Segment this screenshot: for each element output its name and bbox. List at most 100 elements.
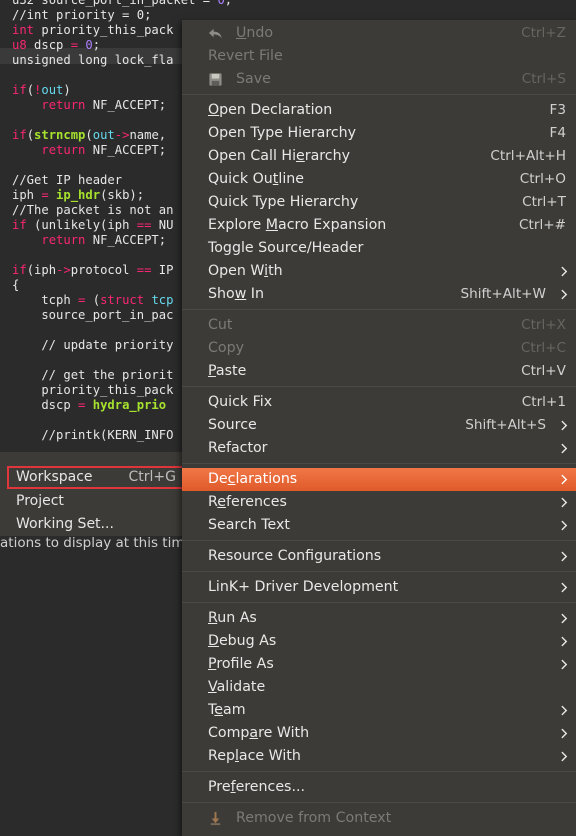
code-line: return NF_ACCEPT; bbox=[12, 98, 166, 113]
code-token: ( bbox=[26, 83, 35, 97]
menu-separator bbox=[182, 571, 576, 572]
code-token: tcph bbox=[12, 293, 79, 307]
menu-item-source[interactable]: Source Shift+Alt+S bbox=[182, 414, 576, 437]
menu-item-resource-configurations[interactable]: Resource Configurations bbox=[182, 545, 576, 568]
menu-item-declarations[interactable]: Declarations bbox=[182, 468, 576, 491]
code-token: if bbox=[12, 83, 27, 97]
menu-item-label: Revert File bbox=[208, 48, 283, 64]
code-token: struct bbox=[100, 293, 145, 307]
menu-separator bbox=[182, 463, 576, 464]
code-token: return bbox=[41, 233, 86, 247]
code-token: == bbox=[136, 263, 152, 277]
menu-item-label: Show In bbox=[208, 286, 264, 302]
menu-item-replace-with[interactable]: Replace With bbox=[182, 745, 576, 768]
code-token: ip_hdr bbox=[56, 188, 101, 202]
menu-item-cut[interactable]: Cut Ctrl+X bbox=[182, 314, 576, 337]
menu-item-undo[interactable]: Undo Ctrl+Z bbox=[182, 22, 576, 45]
menu-item-label: Explore Macro Expansion bbox=[208, 217, 387, 233]
menu-item-toggle-source-header[interactable]: Toggle Source/Header bbox=[182, 237, 576, 260]
code-token: unsigned long lock_fla bbox=[12, 53, 174, 67]
menu-separator bbox=[182, 386, 576, 387]
code-token: //The packet is not an bbox=[12, 203, 174, 217]
code-token: = bbox=[70, 38, 79, 52]
submenu-item-working-set[interactable]: Working Set... bbox=[0, 513, 184, 536]
code-token: u8 bbox=[12, 38, 27, 52]
menu-item-debug-as[interactable]: Debug As bbox=[182, 630, 576, 653]
menu-separator bbox=[182, 802, 576, 803]
code-token: NU bbox=[151, 218, 174, 232]
code-token: { bbox=[12, 278, 20, 292]
submenu-item-project[interactable]: Project bbox=[0, 490, 184, 513]
menu-item-accelerator: Ctrl+O bbox=[519, 171, 566, 187]
code-line: unsigned long lock_fla bbox=[12, 53, 173, 68]
code-token: // update priority bbox=[12, 338, 174, 352]
menu-item-copy[interactable]: Copy Ctrl+C bbox=[182, 337, 576, 360]
menu-item-open-declaration[interactable]: Open Declaration F3 bbox=[182, 99, 576, 122]
menu-item-refactor[interactable]: Refactor bbox=[182, 437, 576, 460]
menu-item-paste[interactable]: Paste Ctrl+V bbox=[182, 360, 576, 383]
submenu-item-workspace[interactable]: Workspace Ctrl+G bbox=[7, 466, 184, 489]
menu-item-preferences[interactable]: Preferences... bbox=[182, 776, 576, 799]
menu-item-compare-with[interactable]: Compare With bbox=[182, 722, 576, 745]
menu-item-validate[interactable]: Validate bbox=[182, 676, 576, 699]
code-token: // get the priorit bbox=[12, 368, 174, 382]
code-token: if bbox=[12, 128, 27, 142]
code-token: //printk(KERN_INFO bbox=[12, 428, 174, 442]
code-line: { bbox=[12, 278, 19, 293]
menu-item-search-text[interactable]: Search Text bbox=[182, 514, 576, 537]
code-token: ( bbox=[85, 293, 101, 307]
menu-item-label: Declarations bbox=[208, 471, 298, 487]
menu-item-label: Run As bbox=[208, 610, 257, 626]
menu-item-label: Refactor bbox=[208, 440, 268, 456]
code-token: ource_port_in_packet bbox=[48, 0, 196, 7]
menu-item-run-as[interactable]: Run As bbox=[182, 607, 576, 630]
code-line: //printk(KERN_INFO bbox=[12, 428, 173, 443]
code-token: return bbox=[41, 143, 86, 157]
code-token: IP bbox=[151, 263, 174, 277]
menu-item-show-in[interactable]: Show In Shift+Alt+W bbox=[182, 283, 576, 306]
menu-item-link-driver-development[interactable]: LinK+ Driver Development bbox=[182, 576, 576, 599]
menu-item-quick-fix[interactable]: Quick Fix Ctrl+1 bbox=[182, 391, 576, 414]
menu-item-label: Search Text bbox=[208, 517, 290, 533]
menu-item-references[interactable]: References bbox=[182, 491, 576, 514]
code-token: = bbox=[195, 0, 218, 7]
menu-item-quick-outline[interactable]: Quick Outline Ctrl+O bbox=[182, 168, 576, 191]
menu-item-accelerator: Ctrl+S bbox=[521, 71, 566, 87]
remove-context-icon bbox=[208, 811, 223, 826]
menu-item-label: Resource Configurations bbox=[208, 548, 382, 564]
submenu-item-label: Workspace bbox=[16, 469, 93, 485]
code-token: NF_ACCEPT; bbox=[85, 143, 167, 157]
menu-item-revert-file[interactable]: Revert File bbox=[182, 45, 576, 68]
menu-item-profile-as[interactable]: Profile As bbox=[182, 653, 576, 676]
menu-item-label: Preferences... bbox=[208, 779, 305, 795]
code-token: out bbox=[92, 128, 115, 142]
menu-item-quick-type-hierarchy[interactable]: Quick Type Hierarchy Ctrl+T bbox=[182, 191, 576, 214]
submenu-item-accelerator: Ctrl+G bbox=[128, 469, 177, 485]
menu-item-remove-from-context[interactable]: Remove from Context bbox=[182, 807, 576, 830]
menu-item-label: Replace With bbox=[208, 748, 301, 764]
code-token: ; bbox=[224, 0, 233, 7]
code-token: 0 bbox=[217, 0, 225, 7]
code-token: if bbox=[12, 218, 27, 232]
menu-item-label: Cut bbox=[208, 317, 233, 333]
menu-item-team[interactable]: Team bbox=[182, 699, 576, 722]
code-token: NF_ACCEPT; bbox=[85, 98, 167, 112]
menu-item-open-with[interactable]: Open With bbox=[182, 260, 576, 283]
menu-separator bbox=[182, 309, 576, 310]
menu-item-save[interactable]: Save Ctrl+S bbox=[182, 68, 576, 91]
menu-item-open-call-hierarchy[interactable]: Open Call Hierarchy Ctrl+Alt+H bbox=[182, 145, 576, 168]
menu-item-explore-macro-expansion[interactable]: Explore Macro Expansion Ctrl+# bbox=[182, 214, 576, 237]
menu-item-label: Validate bbox=[208, 679, 266, 695]
code-token: -> bbox=[114, 128, 130, 142]
menu-item-open-type-hierarchy[interactable]: Open Type Hierarchy F4 bbox=[182, 122, 576, 145]
code-line: //The packet is not an bbox=[12, 203, 173, 218]
menu-item-label: Remove from Context bbox=[236, 810, 392, 826]
code-token: (skb); bbox=[100, 188, 145, 202]
code-token: ( bbox=[85, 128, 93, 142]
menu-item-label: Open Type Hierarchy bbox=[208, 125, 357, 141]
code-token: //Get IP header bbox=[12, 173, 123, 187]
menu-separator bbox=[182, 540, 576, 541]
context-menu: Undo Ctrl+Z Revert File Save Ctrl+S Open Decl… bbox=[182, 20, 576, 836]
menu-item-accelerator: Ctrl+Alt+H bbox=[490, 148, 566, 164]
